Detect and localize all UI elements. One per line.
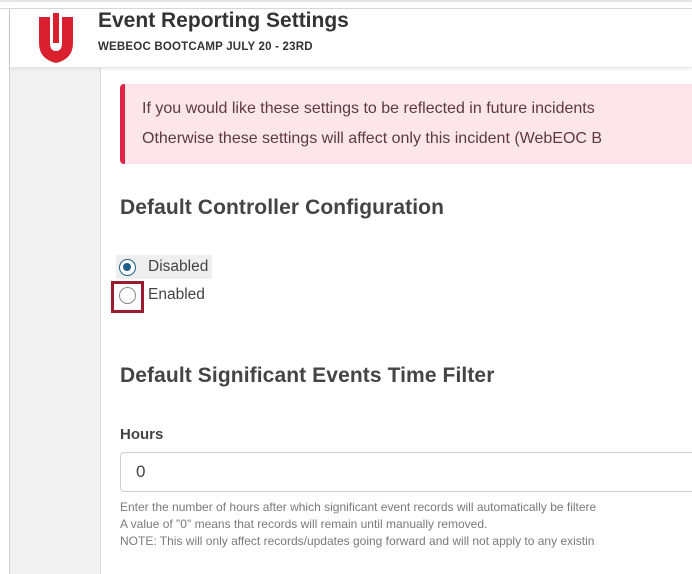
page-title: Event Reporting Settings (98, 9, 349, 32)
alert-line-2: Otherwise these settings will affect onl… (142, 130, 603, 147)
info-alert: If you would like these settings to be r… (120, 84, 692, 164)
controller-config-heading: Default Controller Configuration (120, 196, 445, 219)
alert-line-1: If you would like these settings to be r… (142, 100, 595, 117)
help-text-line-1: Enter the number of hours after which si… (120, 500, 597, 514)
time-filter-heading: Default Significant Events Time Filter (120, 364, 495, 387)
window-top-border (0, 0, 692, 2)
radio-disabled-label: Disabled (148, 258, 209, 275)
radio-disabled[interactable] (119, 258, 136, 276)
help-text-line-3: NOTE: This will only affect records/upda… (120, 534, 595, 548)
incident-name: WEBEOC BOOTCAMP JULY 20 - 23RD (98, 41, 313, 53)
hours-label: Hours (120, 426, 164, 443)
help-text-line-2: A value of "0" means that records will r… (120, 517, 488, 531)
focus-highlight-box (111, 281, 144, 313)
radio-option-disabled[interactable]: Disabled (116, 255, 213, 279)
hours-input[interactable]: 0 (120, 452, 692, 492)
radio-enabled-label: Enabled (148, 286, 205, 303)
juvare-shield-icon (39, 13, 73, 63)
page-header: Event Reporting Settings WEBEOC BOOTCAMP… (10, 9, 692, 67)
settings-panel: If you would like these settings to be r… (100, 68, 692, 574)
